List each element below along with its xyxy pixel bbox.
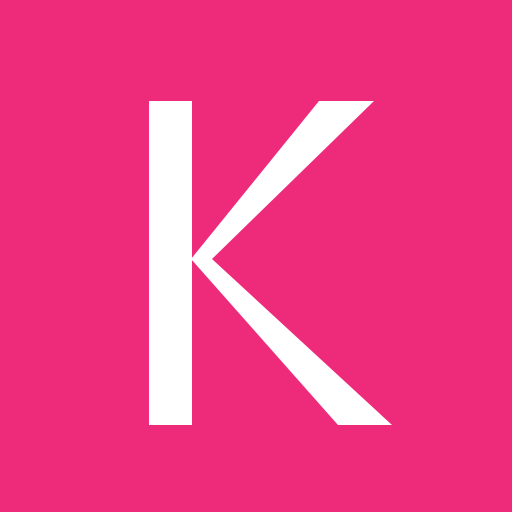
logo-background: [0, 0, 512, 512]
app-icon: [0, 0, 512, 512]
letter-k-stem: [149, 101, 192, 425]
letter-k-logo-icon: [0, 0, 512, 512]
